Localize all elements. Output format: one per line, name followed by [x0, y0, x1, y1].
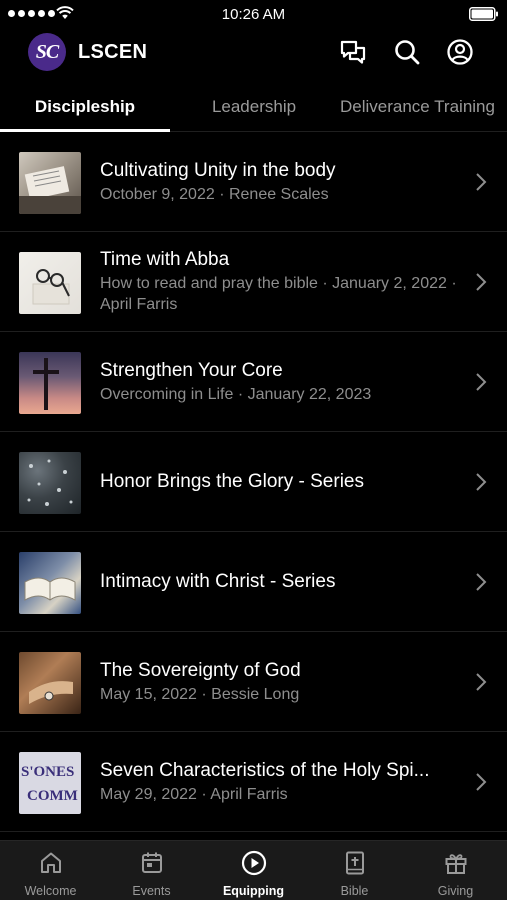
item-subtitle: May 15, 2022 · Bessie Long	[100, 685, 300, 703]
list-item[interactable]: Intimacy with Christ - Series	[0, 532, 507, 632]
battery-icon	[469, 7, 498, 21]
status-bar: 10:26 AM	[0, 0, 507, 28]
svg-text:S'ONES: S'ONES	[21, 764, 74, 780]
item-subtitle: Overcoming in Life · January 22, 2023	[100, 385, 372, 403]
app-logo[interactable]: SC	[28, 33, 66, 71]
list-item[interactable]: S'ONES COMM Seven Characteristics of the…	[0, 732, 507, 832]
nav-events[interactable]: Events	[101, 841, 202, 900]
item-thumbnail	[19, 552, 81, 614]
list-item[interactable]: Cultivating Unity in the body October 9,…	[0, 132, 507, 232]
item-title: Seven Characteristics of the Holy Spi...	[100, 759, 430, 781]
item-title: Honor Brings the Glory - Series	[100, 470, 364, 492]
app-header: SC LSCEN	[0, 28, 507, 78]
home-icon	[41, 852, 61, 873]
chevron-right-icon	[476, 573, 487, 591]
item-title: The Sovereignty of God	[100, 659, 301, 681]
tab-leadership[interactable]: Leadership	[185, 82, 323, 132]
item-title: Cultivating Unity in the body	[100, 159, 336, 181]
nav-welcome[interactable]: Welcome	[0, 841, 101, 900]
item-title: Intimacy with Christ - Series	[100, 570, 336, 592]
play-circle-icon	[241, 850, 267, 876]
nav-giving[interactable]: Giving	[405, 841, 506, 900]
gift-icon	[445, 854, 467, 874]
item-subtitle: October 9, 2022 · Renee Scales	[100, 185, 329, 203]
bible-icon	[346, 851, 364, 875]
chat-icon[interactable]	[339, 38, 367, 66]
item-thumbnail	[19, 652, 81, 714]
list-item[interactable]: Strengthen Your Core Overcoming in Life …	[0, 332, 507, 432]
item-thumbnail	[19, 252, 81, 314]
calendar-icon	[142, 852, 162, 873]
chevron-right-icon	[476, 673, 487, 691]
search-icon[interactable]	[393, 38, 421, 66]
svg-text:COMM: COMM	[27, 788, 78, 804]
content-list: Cultivating Unity in the body October 9,…	[0, 132, 507, 832]
item-subtitle: May 29, 2022 · April Farris	[100, 785, 288, 803]
nav-bible[interactable]: Bible	[304, 841, 405, 900]
list-item[interactable]: Time with Abba How to read and pray the …	[0, 232, 507, 332]
profile-icon[interactable]	[446, 38, 474, 66]
chevron-right-icon	[476, 173, 487, 191]
item-thumbnail	[19, 352, 81, 414]
chevron-right-icon	[476, 273, 487, 291]
tab-discipleship[interactable]: Discipleship	[0, 82, 170, 132]
list-item[interactable]: Honor Brings the Glory - Series	[0, 432, 507, 532]
nav-equipping[interactable]: Equipping	[203, 841, 304, 900]
category-tabs: Discipleship Leadership Deliverance Trai…	[0, 82, 507, 132]
item-thumbnail: S'ONES COMM	[19, 752, 81, 814]
chevron-right-icon	[476, 773, 487, 791]
item-title: Strengthen Your Core	[100, 359, 283, 381]
status-time: 10:26 AM	[221, 6, 286, 23]
bottom-navigation: Welcome Events Equipping Bible Giving	[0, 840, 507, 900]
app-name: LSCEN	[78, 41, 148, 63]
chevron-right-icon	[476, 473, 487, 491]
item-thumbnail	[19, 452, 81, 514]
tab-deliverance-training[interactable]: Deliverance Training	[340, 82, 507, 132]
item-subtitle: How to read and pray the bible · January…	[100, 275, 457, 313]
item-thumbnail	[19, 152, 81, 214]
chevron-right-icon	[476, 373, 487, 391]
list-item[interactable]: The Sovereignty of God May 15, 2022 · Be…	[0, 632, 507, 732]
item-title: Time with Abba	[100, 249, 230, 270]
